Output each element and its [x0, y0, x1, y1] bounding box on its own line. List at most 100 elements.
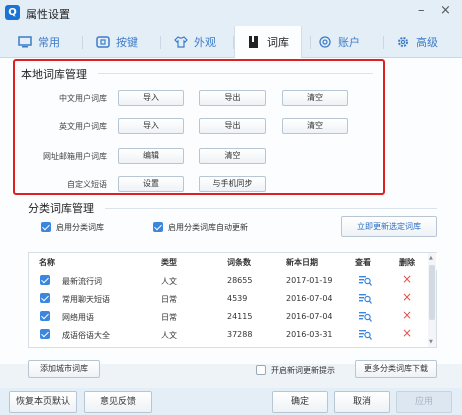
- table-row[interactable]: 常用聊天短语 日常 4539 2016-07-04 ×: [29, 290, 429, 307]
- cn-export-button[interactable]: 导出: [199, 90, 266, 106]
- row-date: 2016-07-04: [286, 294, 333, 303]
- more-dict-download-button[interactable]: 更多分类词库下载: [355, 360, 437, 378]
- tab-separator: [160, 36, 161, 49]
- row-checkbox[interactable]: [40, 275, 50, 285]
- enable-category-label: 启用分类词库: [56, 223, 104, 232]
- local-dict-title: 本地词库管理: [21, 68, 87, 81]
- col-type: 类型: [161, 258, 177, 267]
- en-clear-button[interactable]: 清空: [282, 118, 348, 134]
- delete-icon[interactable]: ×: [402, 326, 412, 340]
- tab-common[interactable]: 常用: [18, 26, 60, 58]
- row-name: 网络用语: [62, 313, 94, 322]
- category-dict-title: 分类词库管理: [28, 202, 94, 215]
- col-date: 新本日期: [286, 258, 318, 267]
- table-row[interactable]: 最新流行词 人文 28655 2017-01-19 ×: [29, 272, 429, 289]
- tab-separator: [383, 36, 384, 49]
- row-name: 最新流行词: [62, 277, 102, 286]
- tab-dictionary[interactable]: 词库: [234, 26, 302, 58]
- view-list-icon[interactable]: [359, 275, 372, 286]
- cancel-button[interactable]: 取消: [334, 391, 390, 413]
- auto-update-label: 启用分类词库自动更新: [168, 223, 248, 232]
- row-type: 人文: [161, 277, 177, 286]
- tab-appearance[interactable]: 外观: [174, 26, 216, 58]
- row-checkbox[interactable]: [40, 293, 50, 303]
- table-row[interactable]: 网络用语 日常 24115 2016-07-04 ×: [29, 308, 429, 325]
- feedback-button[interactable]: 意见反馈: [84, 391, 152, 413]
- delete-icon[interactable]: ×: [402, 308, 412, 322]
- enable-category-checkbox[interactable]: [41, 222, 51, 232]
- divider: [105, 208, 437, 209]
- en-export-button[interactable]: 导出: [199, 118, 266, 134]
- window-title: 属性设置: [26, 8, 70, 21]
- monitor-icon: [18, 36, 32, 48]
- table-header: 名称 类型 词条数 新本日期 查看 删除: [29, 253, 438, 270]
- cn-user-dict-label: 中文用户词库: [59, 94, 107, 103]
- view-list-icon[interactable]: [359, 311, 372, 322]
- col-delete: 删除: [399, 258, 415, 267]
- delete-icon[interactable]: ×: [402, 272, 412, 286]
- row-checkbox[interactable]: [40, 311, 50, 321]
- row-checkbox[interactable]: [40, 329, 50, 339]
- table-scrollbar[interactable]: ▲ ▼: [428, 253, 436, 347]
- gear-icon: [398, 37, 408, 47]
- close-button[interactable]: ×: [440, 3, 451, 18]
- tab-label: 词库: [267, 36, 289, 49]
- new-word-tip-label: 开启新词更新提示: [271, 366, 335, 375]
- account-icon: [319, 36, 331, 48]
- tab-label: 常用: [38, 36, 60, 49]
- minimize-button[interactable]: –: [418, 3, 425, 18]
- tab-keys[interactable]: 按键: [96, 26, 138, 58]
- col-name: 名称: [39, 258, 55, 267]
- scroll-thumb[interactable]: [429, 265, 435, 320]
- ok-button[interactable]: 确定: [272, 391, 328, 413]
- tab-advanced[interactable]: 高级: [396, 26, 438, 58]
- custom-phrase-settings-button[interactable]: 设置: [118, 176, 184, 192]
- phone-sync-button[interactable]: 与手机同步: [199, 176, 266, 192]
- row-name: 常用聊天短语: [62, 295, 110, 304]
- row-type: 日常: [161, 295, 177, 304]
- url-email-dict-label: 网址邮箱用户词库: [43, 152, 107, 161]
- row-date: 2016-03-31: [286, 330, 333, 339]
- tab-label: 账户: [338, 36, 360, 49]
- tab-bar: 常用 按键 外观 词库 账户 高级: [0, 26, 462, 58]
- auto-update-checkbox[interactable]: [153, 222, 163, 232]
- key-icon: [96, 36, 110, 48]
- custom-phrase-label: 自定义短语: [67, 180, 107, 189]
- app-logo: Q: [5, 5, 20, 20]
- row-date: 2017-01-19: [286, 276, 333, 285]
- table-row[interactable]: 成语俗语大全 人文 37288 2016-03-31 ×: [29, 326, 429, 343]
- title-bar: Q 属性设置 – ×: [0, 0, 462, 26]
- delete-icon[interactable]: ×: [402, 290, 412, 304]
- en-import-button[interactable]: 导入: [118, 118, 184, 134]
- row-name: 成语俗语大全: [62, 331, 110, 340]
- scroll-down-icon[interactable]: ▼: [429, 339, 433, 345]
- tab-separator: [310, 36, 311, 49]
- row-date: 2016-07-04: [286, 312, 333, 321]
- shirt-icon: [174, 36, 188, 48]
- new-word-tip-checkbox[interactable]: [256, 365, 266, 375]
- row-count: 4539: [227, 294, 248, 303]
- col-count: 词条数: [227, 258, 251, 267]
- tab-label: 按键: [116, 36, 138, 49]
- url-clear-button[interactable]: 清空: [199, 148, 266, 164]
- apply-button[interactable]: 应用: [396, 391, 452, 413]
- cn-clear-button[interactable]: 清空: [282, 90, 348, 106]
- scroll-up-icon[interactable]: ▲: [429, 255, 433, 261]
- tab-label: 外观: [194, 36, 216, 49]
- cn-import-button[interactable]: 导入: [118, 90, 184, 106]
- row-count: 24115: [227, 312, 253, 321]
- book-icon: [249, 36, 258, 48]
- add-city-dict-button[interactable]: 添加城市词库: [28, 360, 100, 378]
- view-list-icon[interactable]: [359, 293, 372, 304]
- tab-account[interactable]: 账户: [318, 26, 360, 58]
- col-view: 查看: [355, 258, 371, 267]
- update-selected-button[interactable]: 立即更新选定词库: [341, 216, 437, 237]
- restore-defaults-button[interactable]: 恢复本页默认: [9, 391, 77, 413]
- category-dict-table: 名称 类型 词条数 新本日期 查看 删除 最新流行词 人文 28655 2017…: [28, 252, 438, 348]
- url-edit-button[interactable]: 编辑: [118, 148, 184, 164]
- divider: [98, 73, 373, 74]
- content-panel: 本地词库管理 中文用户词库 导入 导出 清空 英文用户词库 导入 导出 清空 网…: [0, 58, 462, 364]
- row-count: 28655: [227, 276, 253, 285]
- row-type: 日常: [161, 313, 177, 322]
- view-list-icon[interactable]: [359, 329, 372, 340]
